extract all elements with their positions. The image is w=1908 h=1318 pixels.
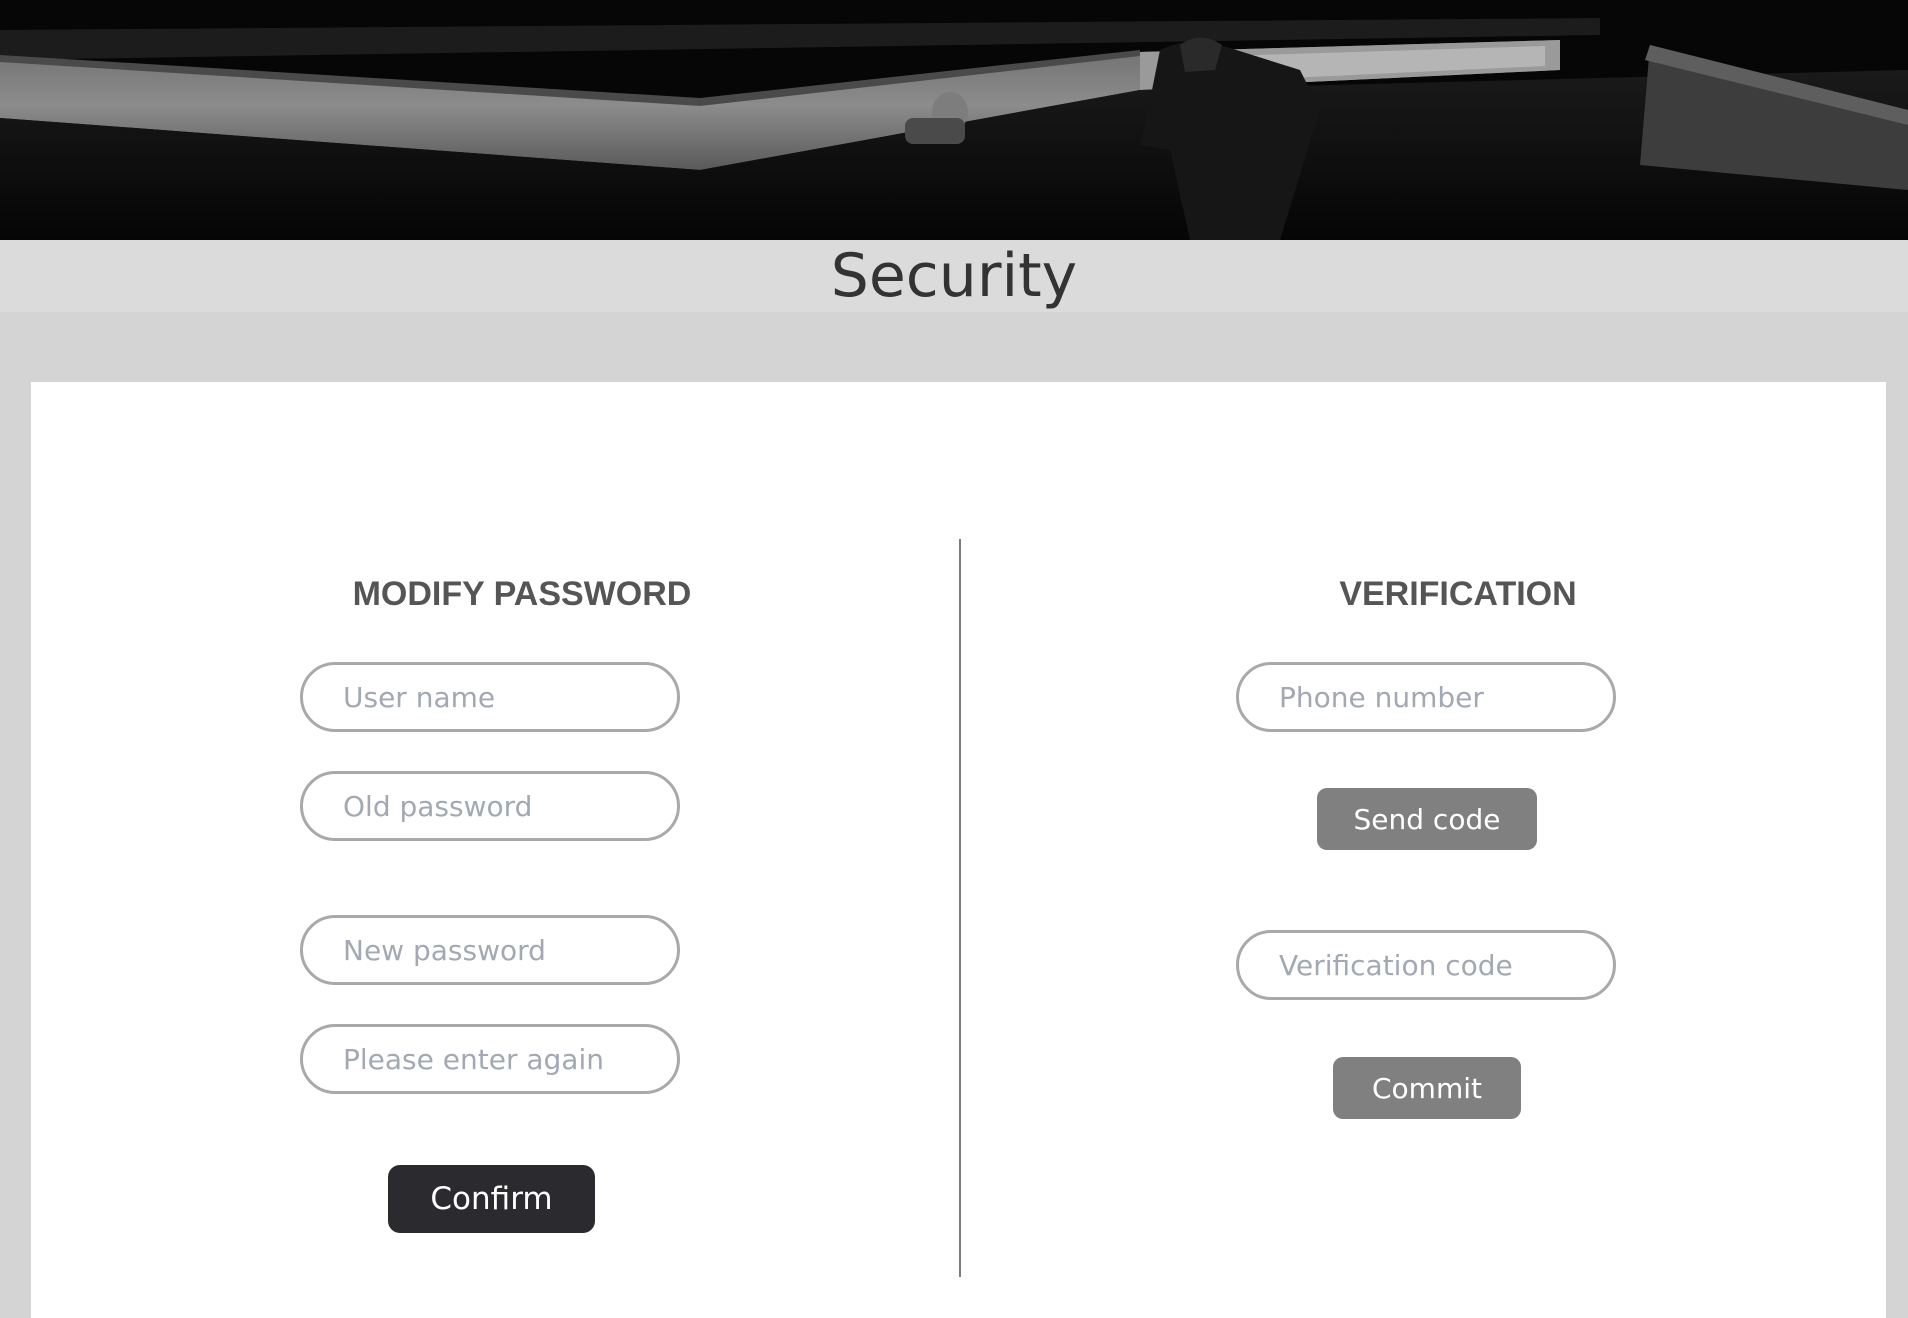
phone-number-input[interactable] [1236,662,1616,732]
modify-password-heading: MODIFY PASSWORD [352,575,692,613]
verification-heading: VERIFICATION [1339,575,1577,613]
verification-code-input[interactable] [1236,930,1616,1000]
banner-image [0,0,1908,240]
new-password-input[interactable] [300,915,680,985]
confirm-button[interactable]: Confirm [388,1165,595,1233]
column-divider [959,539,961,1277]
send-code-button[interactable]: Send code [1317,788,1537,850]
old-password-input[interactable] [300,771,680,841]
user-name-input[interactable] [300,662,680,732]
security-card: MODIFY PASSWORD Confirm VERIFICATION Sen… [31,382,1886,1318]
page-title: Security [830,241,1078,311]
confirm-password-input[interactable] [300,1024,680,1094]
title-bar: Security [0,240,1908,312]
commit-button[interactable]: Commit [1333,1057,1521,1119]
